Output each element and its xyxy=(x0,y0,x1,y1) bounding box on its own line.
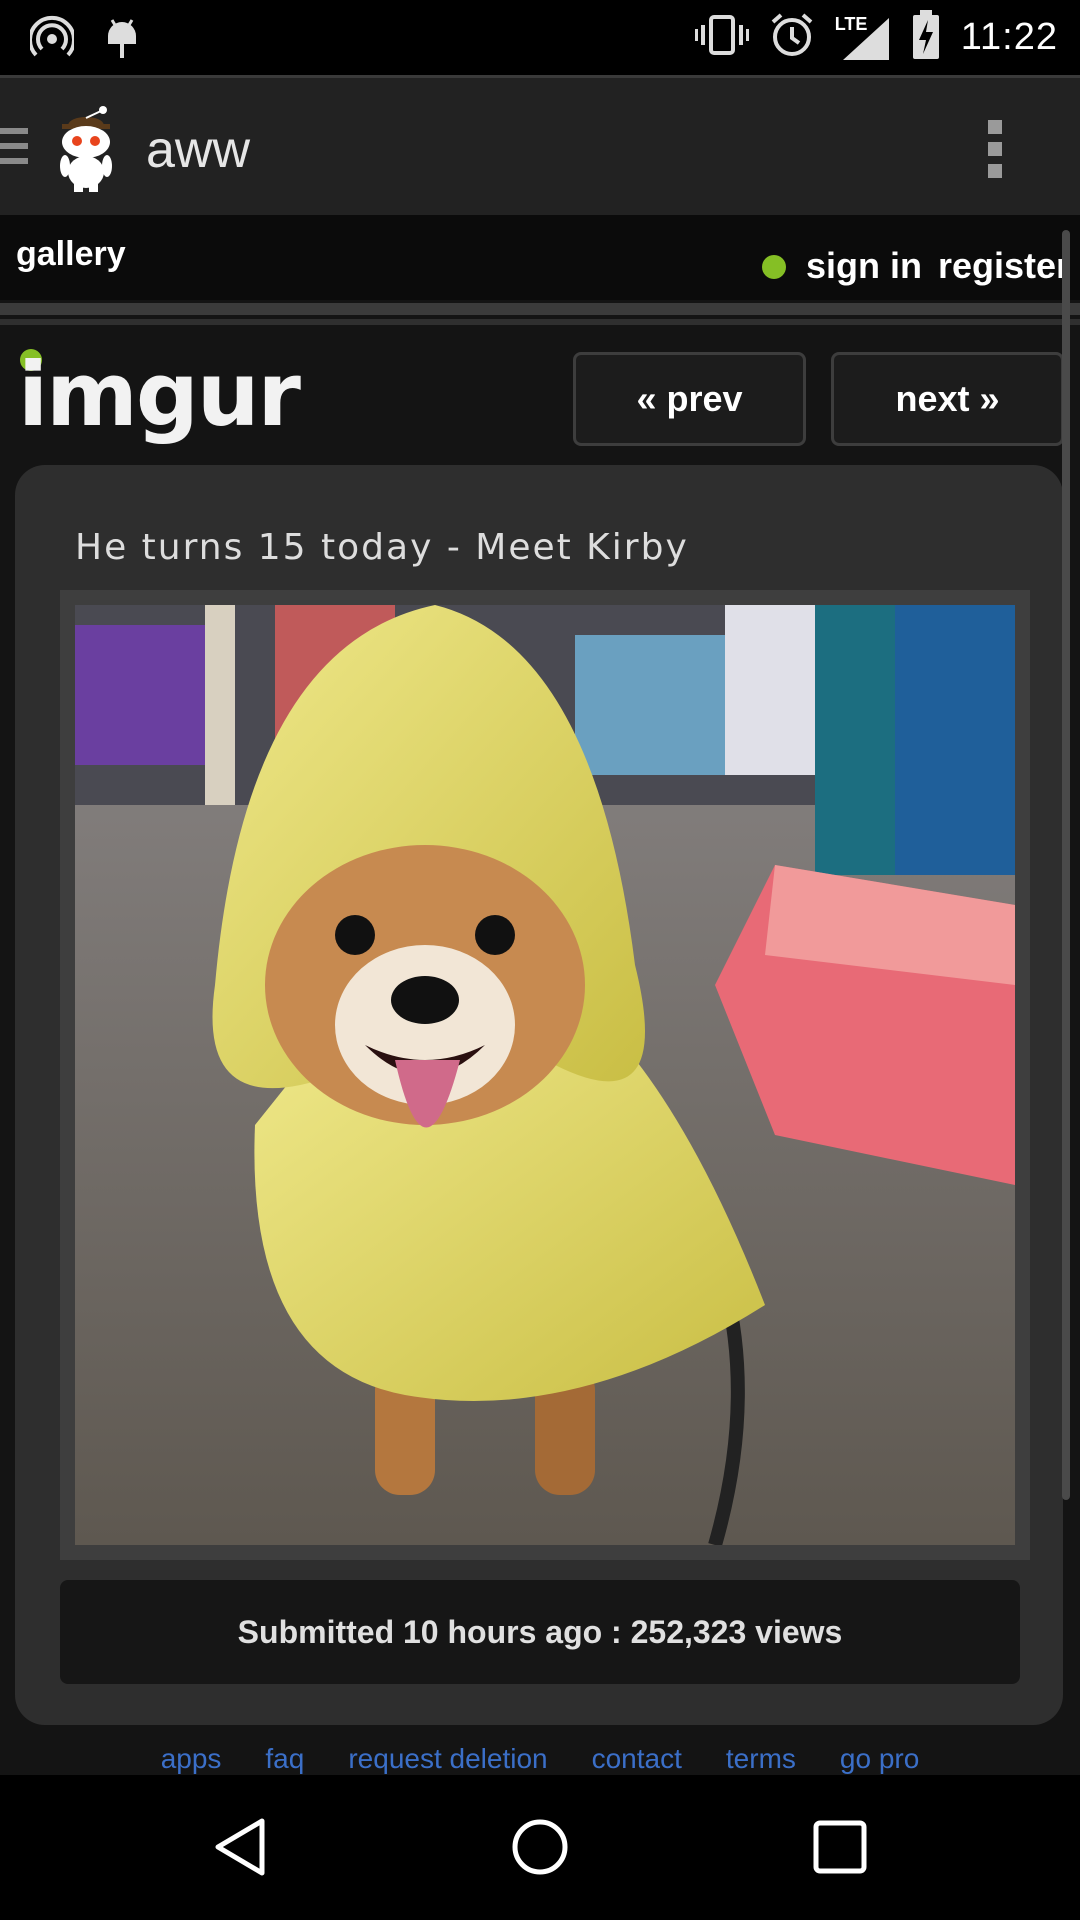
post-card: He turns 15 today - Meet Kirby Submitted… xyxy=(15,465,1063,1725)
footer-links: apps faq request deletion contact terms … xyxy=(0,1743,1080,1775)
status-bar: LTE 11:22 xyxy=(0,0,1080,75)
footer-link-go-pro[interactable]: go pro xyxy=(840,1743,919,1775)
battery-charging-icon xyxy=(911,10,941,65)
recents-icon[interactable] xyxy=(812,1819,868,1880)
register-link[interactable]: register xyxy=(938,245,1070,287)
network-type-label: LTE xyxy=(834,13,868,34)
divider xyxy=(0,303,1080,315)
divider xyxy=(0,319,1080,325)
footer-link-apps[interactable]: apps xyxy=(161,1743,222,1775)
sign-in-link[interactable]: sign in xyxy=(806,245,922,287)
post-title: He turns 15 today - Meet Kirby xyxy=(75,527,689,568)
next-button[interactable]: next » xyxy=(831,352,1064,446)
post-meta: Submitted 10 hours ago : 252,323 views xyxy=(60,1580,1020,1684)
overflow-menu-icon[interactable] xyxy=(988,120,1004,186)
footer-link-faq[interactable]: faq xyxy=(265,1743,304,1775)
footer-link-request-deletion[interactable]: request deletion xyxy=(348,1743,547,1775)
imgur-logo[interactable]: imgur xyxy=(18,343,301,446)
clock: 11:22 xyxy=(960,16,1058,58)
prev-button[interactable]: « prev xyxy=(573,352,806,446)
lte-signal-icon: LTE xyxy=(835,14,891,62)
footer-link-contact[interactable]: contact xyxy=(592,1743,682,1775)
system-nav-bar xyxy=(0,1775,1080,1920)
online-status-dot xyxy=(762,255,786,279)
site-top-nav: gallery sign in register xyxy=(0,215,1080,300)
gallery-link[interactable]: gallery xyxy=(16,235,126,274)
image-frame xyxy=(60,590,1030,1560)
footer-link-terms[interactable]: terms xyxy=(726,1743,796,1775)
reddit-alien-icon[interactable] xyxy=(54,106,118,197)
home-icon[interactable] xyxy=(510,1817,570,1882)
vibrate-icon xyxy=(694,13,749,62)
post-image[interactable] xyxy=(75,605,1015,1545)
app-bar: aww xyxy=(0,75,1080,215)
back-icon[interactable] xyxy=(210,1817,270,1882)
scrollbar[interactable] xyxy=(1062,230,1070,1500)
android-debug-icon xyxy=(104,14,140,65)
alarm-icon xyxy=(769,12,815,63)
hotspot-icon xyxy=(28,15,76,64)
menu-icon[interactable] xyxy=(0,128,30,173)
webview: gallery sign in register imgur « prev ne… xyxy=(0,215,1080,1775)
subreddit-title: aww xyxy=(146,121,251,179)
